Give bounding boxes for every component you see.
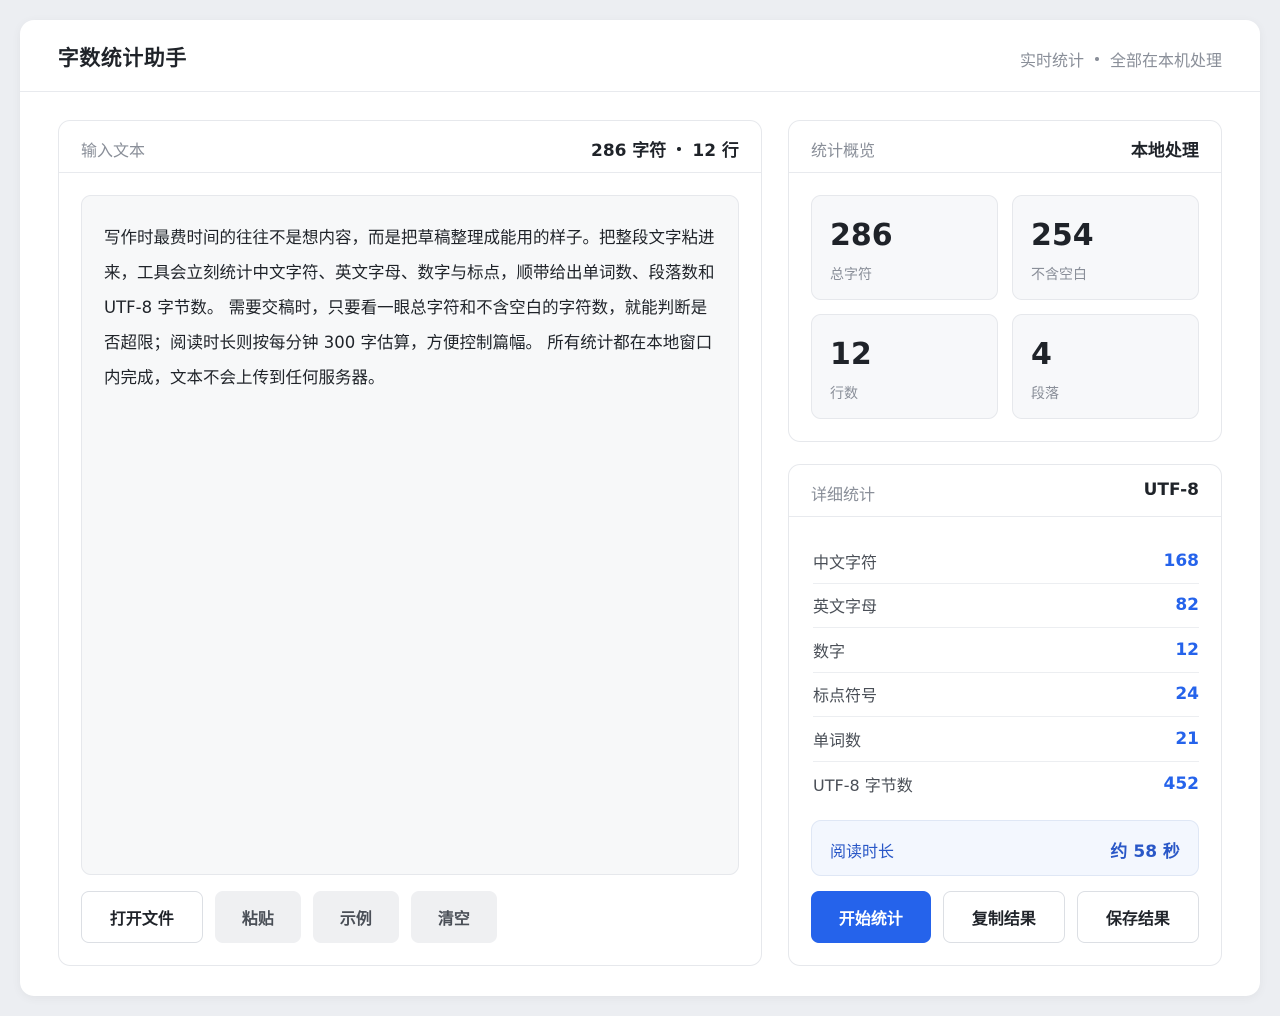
text-input[interactable]: 写作时最费时间的往往不是想内容，而是把草稿整理成能用的样子。把整段文字粘进来，工… [81,195,739,875]
clear-button[interactable]: 清空 [411,891,497,943]
stat-value: 254 [1031,218,1094,253]
subtitle-realtime: 实时统计 [1019,51,1084,70]
example-button[interactable]: 示例 [313,891,399,943]
open-file-button[interactable]: 打开文件 [81,891,203,943]
detail-row-bytes: UTF-8 字节数 452 [813,762,1199,807]
detail-row-words: 单词数 21 [813,717,1199,762]
reading-time-value: 约 58 秒 [1110,842,1181,862]
dot-separator [1094,57,1099,61]
copy-results-button[interactable]: 复制结果 [943,891,1065,943]
stat-lines: 12 行数 [811,314,998,419]
detail-key: UTF-8 字节数 [813,775,913,795]
stat-value: 286 [830,218,893,253]
input-count-summary: 286 字符 12 行 [591,136,739,161]
detail-value: 21 [1175,728,1199,749]
app-title: 字数统计助手 [58,46,187,70]
line-count: 12 行 [692,141,739,161]
detail-row-punctuation: 标点符号 24 [813,673,1199,717]
reading-time-box: 阅读时长 约 58 秒 [811,820,1199,876]
save-results-button[interactable]: 保存结果 [1077,891,1199,943]
detail-value: 24 [1175,684,1199,705]
detail-row-digits: 数字 12 [813,628,1199,673]
detail-list: 中文字符 168 英文字母 82 数字 12 标点符号 24 单词数 21 UT… [813,539,1199,806]
input-panel: 输入文本 286 字符 12 行 写作时最费时间的往往不是想内容，而是把草稿整理… [58,120,762,966]
overview-panel-label: 统计概览 [811,141,876,160]
detail-key: 中文字符 [813,552,878,572]
app-window: 字数统计助手 实时统计 全部在本机处理 输入文本 286 字符 12 行 写作时… [20,20,1260,996]
start-count-button[interactable]: 开始统计 [811,891,931,943]
detail-panel-label: 详细统计 [811,485,876,504]
stat-label: 不含空白 [1031,267,1087,283]
detail-row-chinese: 中文字符 168 [813,539,1199,584]
overview-panel-header: 统计概览 本地处理 [789,121,1221,173]
char-count: 286 字符 [591,141,667,161]
stat-label: 段落 [1031,386,1059,402]
overview-panel: 统计概览 本地处理 286 总字符 254 不含空白 12 行数 4 段落 [788,120,1222,442]
stat-total-chars: 286 总字符 [811,195,998,300]
detail-row-letters: 英文字母 82 [813,584,1199,628]
app-header: 字数统计助手 实时统计 全部在本机处理 [20,20,1260,92]
stat-non-whitespace: 254 不含空白 [1012,195,1199,300]
detail-key: 英文字母 [813,597,878,617]
overview-panel-meta: 本地处理 [1131,141,1199,161]
detail-panel: 详细统计 UTF-8 中文字符 168 英文字母 82 数字 12 标点符号 2… [788,464,1222,966]
detail-key: 单词数 [813,730,862,750]
input-panel-label: 输入文本 [81,141,146,160]
stat-value: 12 [830,337,872,372]
detail-key: 标点符号 [813,686,878,706]
input-button-row: 打开文件 粘贴 示例 清空 [81,891,497,943]
detail-panel-header: 详细统计 UTF-8 [789,465,1221,517]
detail-key: 数字 [813,641,846,661]
subtitle-local: 全部在本机处理 [1109,51,1222,70]
detail-value: 82 [1175,595,1199,616]
detail-value: 452 [1163,773,1200,794]
encoding-label: UTF-8 [1143,480,1199,500]
stat-grid: 286 总字符 254 不含空白 12 行数 4 段落 [811,195,1199,419]
dot-separator [677,146,682,151]
stat-label: 行数 [830,386,858,402]
stat-paragraphs: 4 段落 [1012,314,1199,419]
stat-label: 总字符 [830,267,872,283]
reading-time-label: 阅读时长 [830,842,895,861]
input-panel-header: 输入文本 286 字符 12 行 [59,121,761,173]
detail-value: 168 [1163,550,1200,571]
detail-value: 12 [1175,639,1199,660]
stat-value: 4 [1031,337,1052,372]
paste-button[interactable]: 粘贴 [215,891,301,943]
action-button-row: 开始统计 复制结果 保存结果 [811,891,1199,943]
app-subtitle: 实时统计 全部在本机处理 [1020,47,1222,71]
